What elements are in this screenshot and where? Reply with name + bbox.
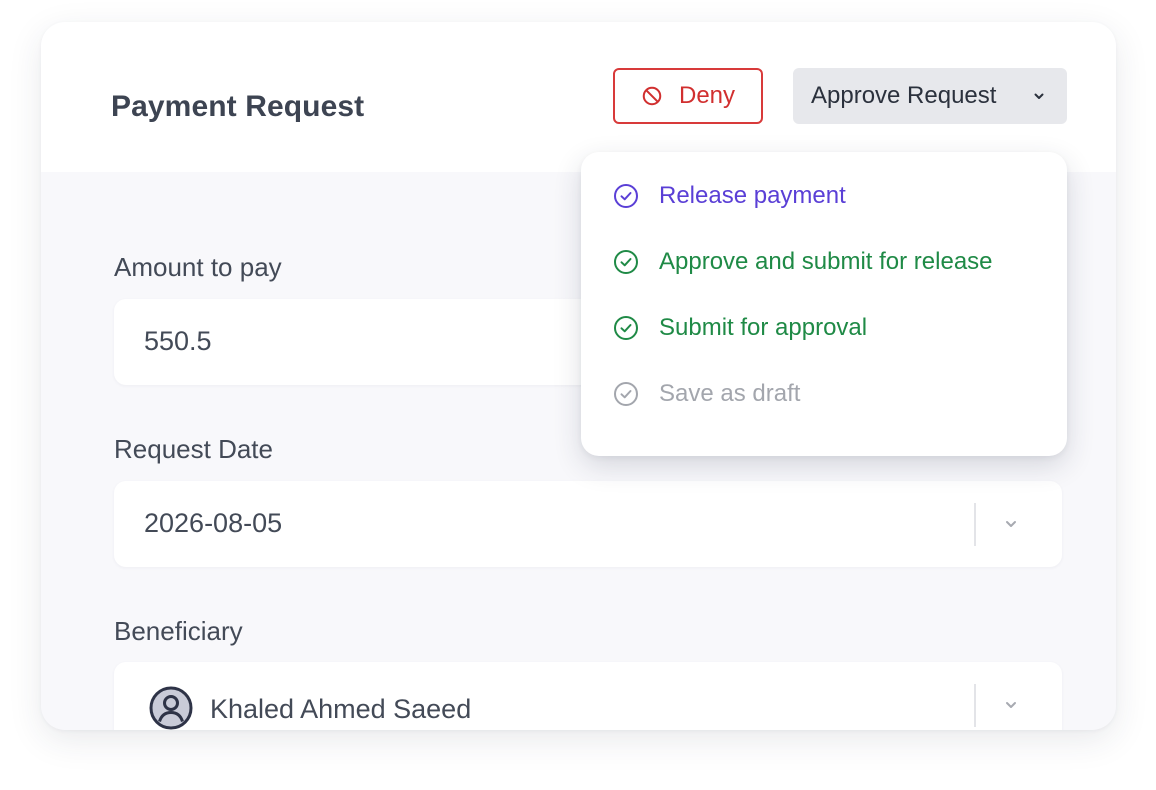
beneficiary-value: Khaled Ahmed Saeed [210, 694, 472, 724]
chevron-down-icon[interactable] [1002, 515, 1020, 533]
chevron-down-icon [1034, 93, 1044, 99]
payment-request-card: Payment Request Deny Approve Request Amo… [41, 22, 1116, 730]
beneficiary-field[interactable]: Khaled Ahmed Saeed [114, 662, 1062, 730]
request-date-label: Request Date [114, 434, 273, 464]
menu-item-submit-approval[interactable]: Submit for approval [613, 311, 867, 345]
deny-button-label: Deny [678, 82, 736, 109]
menu-item-label: Approve and submit for release [659, 248, 993, 275]
menu-item-approve-submit-release[interactable]: Approve and submit for release [613, 245, 993, 279]
approve-request-button[interactable]: Approve Request [793, 68, 1067, 124]
page-title: Payment Request [111, 90, 365, 123]
amount-label: Amount to pay [114, 252, 282, 282]
approve-request-label: Approve Request [811, 82, 997, 109]
menu-item-label: Submit for approval [659, 314, 868, 341]
check-circle-icon [614, 184, 638, 208]
field-divider [974, 503, 976, 546]
menu-item-release-payment[interactable]: Release payment [613, 179, 846, 213]
beneficiary-label: Beneficiary [114, 616, 243, 646]
check-circle-icon [614, 250, 638, 274]
chevron-down-icon[interactable] [1002, 696, 1020, 714]
amount-value: 550.5 [144, 326, 212, 356]
menu-item-label: Release payment [659, 182, 846, 209]
user-avatar-icon [149, 686, 193, 730]
field-divider [974, 684, 976, 727]
menu-item-save-draft[interactable]: Save as draft [613, 377, 800, 411]
ban-icon [642, 86, 662, 106]
check-circle-icon [614, 316, 638, 340]
menu-item-label: Save as draft [659, 380, 801, 407]
request-date-value: 2026-08-05 [144, 508, 283, 538]
check-circle-icon [614, 382, 638, 406]
approve-request-menu: Release payment Approve and submit for r… [581, 152, 1067, 456]
deny-button[interactable]: Deny [613, 68, 763, 124]
request-date-field[interactable]: 2026-08-05 [114, 481, 1062, 567]
